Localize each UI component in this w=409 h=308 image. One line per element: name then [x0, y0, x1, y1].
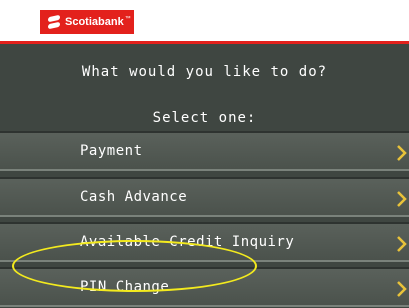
- option-label: Available Credit Inquiry: [80, 234, 295, 250]
- option-pin-change-button[interactable]: PIN Change: [0, 267, 409, 307]
- chevron-right-icon: [397, 145, 407, 161]
- select-one-text: Select one:: [152, 110, 257, 126]
- chevron-right-icon: [397, 191, 407, 207]
- logo-trademark: ™: [124, 16, 131, 22]
- prompt-text: What would you like to do?: [81, 64, 328, 80]
- option-cash-advance-button[interactable]: Cash Advance: [0, 177, 409, 217]
- atm-screen: What would you like to do? Select one: P…: [0, 44, 409, 308]
- top-bar: Scotiabank ™: [0, 0, 409, 44]
- option-payment-button[interactable]: Payment: [0, 131, 409, 171]
- option-label: Payment: [80, 143, 143, 159]
- chevron-right-icon: [397, 236, 407, 252]
- option-label: PIN Change: [80, 279, 170, 295]
- chevron-right-icon: [397, 281, 407, 297]
- option-available-credit-inquiry-button[interactable]: Available Credit Inquiry: [0, 222, 409, 262]
- logo-text: Scotiabank: [65, 16, 124, 28]
- scotiabank-logo: Scotiabank ™: [40, 10, 134, 34]
- option-label: Cash Advance: [80, 189, 188, 205]
- scotiabank-s-icon: [48, 15, 60, 29]
